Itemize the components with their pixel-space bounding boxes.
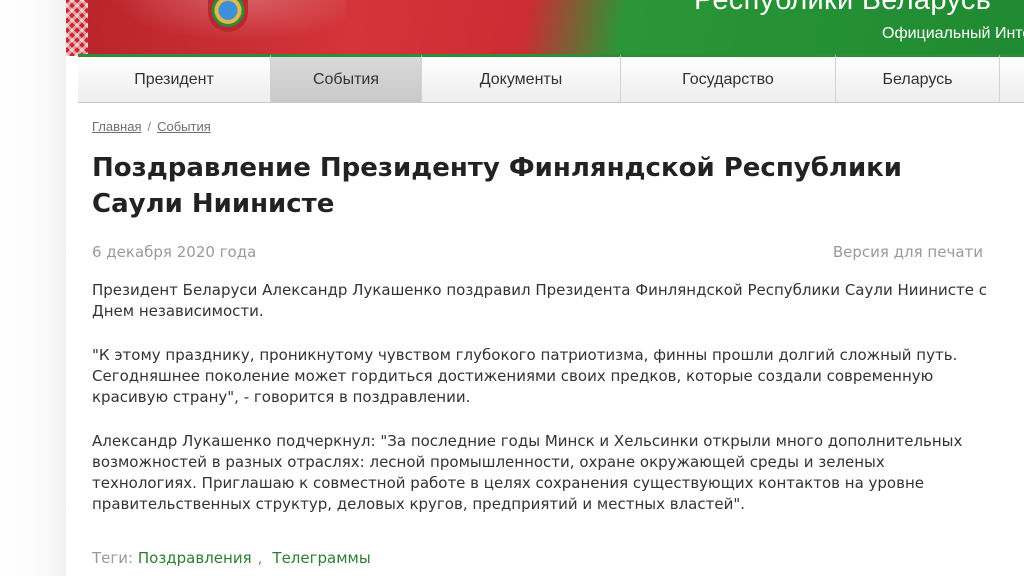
- site-subtitle: Официальный Интернет: [882, 25, 1024, 42]
- tag-link[interactable]: Поздравления: [138, 549, 252, 567]
- article-body: Президент Беларуси Александр Лукашенко п…: [92, 280, 990, 538]
- tag-link[interactable]: Телеграммы: [272, 549, 370, 567]
- page-title: Поздравление Президенту Финляндской Респ…: [92, 153, 903, 219]
- article-date: 6 декабря 2020 года: [92, 243, 257, 261]
- breadcrumb-events-link[interactable]: События: [157, 119, 211, 134]
- article-paragraph: "К этому празднику, проникнутому чувство…: [92, 346, 958, 406]
- tags-label: Теги:: [92, 549, 134, 567]
- nav-item-state[interactable]: Государство: [621, 54, 836, 102]
- site-title: Республики Беларусь: [694, 0, 992, 16]
- article-paragraph: Александр Лукашенко подчеркнул: "За посл…: [92, 432, 963, 513]
- print-version-link[interactable]: Версия для печати: [833, 243, 983, 261]
- flag-ornament: [66, 0, 88, 56]
- site-header: Республики Беларусь Официальный Интернет: [66, 0, 1024, 56]
- article-paragraph: Президент Беларуси Александр Лукашенко п…: [92, 281, 988, 320]
- nav-item-president[interactable]: Президент: [78, 54, 271, 102]
- nav-item-documents[interactable]: Документы: [422, 54, 621, 102]
- nav-item-overflow[interactable]: [1000, 54, 1024, 102]
- tags-section: Теги: Поздравления, Телеграммы: [92, 549, 371, 567]
- nav-item-events[interactable]: События: [271, 54, 422, 102]
- page-side-shadow: [0, 0, 66, 576]
- main-navigation: Президент События Документы Государство …: [78, 54, 1024, 103]
- breadcrumb: Главная / События: [92, 119, 211, 134]
- tag-separator: ,: [257, 549, 263, 567]
- breadcrumb-separator: /: [147, 119, 152, 134]
- breadcrumb-home-link[interactable]: Главная: [92, 119, 141, 134]
- nav-item-belarus[interactable]: Беларусь: [836, 54, 1000, 102]
